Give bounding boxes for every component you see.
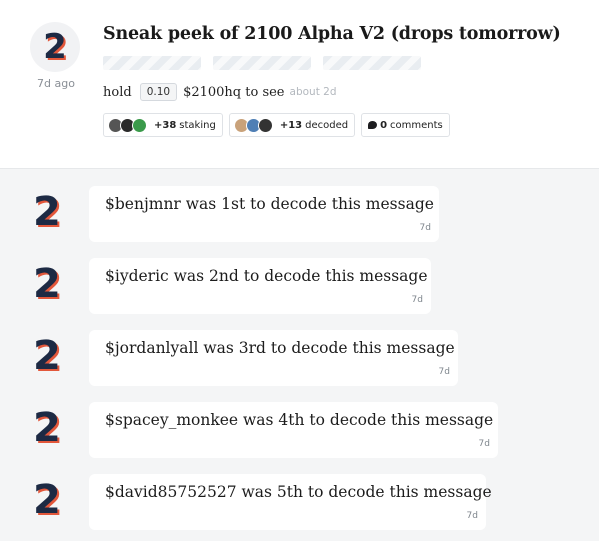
staking-count: +38 [154, 119, 177, 131]
avatar [132, 117, 147, 133]
brand-logo-icon: 2 2 [33, 477, 63, 525]
feed-avatar[interactable]: 2 2 [33, 477, 63, 525]
list-item: 2 2 $jordanlyall was 3rd to decode this … [0, 330, 599, 386]
list-item: 2 2 $spacey_monkee was 4th to decode thi… [0, 402, 599, 458]
avatar [257, 117, 273, 133]
decoded-count: +13 [279, 119, 303, 131]
comments-chip[interactable]: 0 comments [361, 113, 450, 137]
hold-time: about 2d [289, 86, 337, 98]
post-title[interactable]: Sneak peek of 2100 Alpha V2 (drops tomor… [103, 24, 561, 44]
staking-label: staking [179, 119, 216, 131]
redacted-bar [213, 56, 311, 70]
hold-amount-badge: 0.10 [139, 83, 178, 101]
list-item: 2 2 $david85752527 was 5th to decode thi… [0, 474, 599, 530]
decode-feed: 2 2 $benjmnr was 1st to decode this mess… [0, 169, 599, 541]
staking-chip[interactable]: +38 staking [103, 113, 223, 137]
redacted-bar [323, 56, 421, 70]
username-link[interactable]: $spacey_monkee [105, 411, 238, 429]
brand-logo-icon: 2 2 [33, 261, 63, 309]
username-link[interactable]: $jordanlyall [105, 339, 198, 357]
encrypted-preview [103, 56, 421, 70]
message-bubble: $spacey_monkee was 4th to decode this me… [89, 402, 498, 458]
post-avatar[interactable]: 2 2 [30, 22, 80, 72]
message-timestamp: 7d [478, 439, 490, 449]
message-text: $david85752527 was 5th to decode this me… [105, 483, 492, 501]
feed-avatar[interactable]: 2 2 [33, 333, 63, 381]
post-stats: +38 staking +13 decoded 0 comments [103, 113, 450, 137]
post-timestamp: 7d ago [37, 77, 75, 90]
list-item: 2 2 $iyderic was 2nd to decode this mess… [0, 258, 599, 314]
hold-requirement: hold 0.10 $2100hq to see about 2d [103, 83, 337, 101]
message-text: $jordanlyall was 3rd to decode this mess… [105, 339, 455, 357]
post-card: 2 2 7d ago Sneak peek of 2100 Alpha V2 (… [0, 0, 599, 169]
message-bubble: $david85752527 was 5th to decode this me… [89, 474, 492, 530]
message-timestamp: 7d [466, 511, 478, 521]
username-link[interactable]: $iyderic [105, 267, 169, 285]
decoded-chip[interactable]: +13 decoded [228, 113, 356, 137]
message-text: $spacey_monkee was 4th to decode this me… [105, 411, 494, 429]
message-timestamp: 7d [411, 295, 423, 305]
brand-logo-icon: 2 2 [33, 405, 63, 453]
list-item: 2 2 $benjmnr was 1st to decode this mess… [0, 186, 599, 242]
message-text: $benjmnr was 1st to decode this message [105, 195, 434, 213]
feed-avatar[interactable]: 2 2 [33, 405, 63, 453]
comment-icon [368, 121, 378, 129]
message-bubble: $iyderic was 2nd to decode this message … [89, 258, 431, 314]
message-text: $iyderic was 2nd to decode this message [105, 267, 428, 285]
feed-avatar[interactable]: 2 2 [33, 189, 63, 237]
message-timestamp: 7d [419, 223, 431, 233]
message-timestamp: 7d [438, 367, 450, 377]
hold-token-text: $2100hq to see [183, 84, 285, 100]
staker-avatars [108, 117, 147, 133]
message-bubble: $jordanlyall was 3rd to decode this mess… [89, 330, 458, 386]
decoded-label: decoded [305, 119, 349, 131]
brand-logo-icon: 2 2 [33, 333, 63, 381]
username-link[interactable]: $benjmnr [105, 195, 181, 213]
comments-count: 0 [380, 119, 388, 131]
decoder-avatars [233, 117, 273, 133]
comments-label: comments [390, 119, 443, 131]
username-link[interactable]: $david85752527 [105, 483, 237, 501]
redacted-bar [103, 56, 201, 70]
message-bubble: $benjmnr was 1st to decode this message … [89, 186, 439, 242]
brand-logo-icon: 2 2 [43, 27, 69, 69]
feed-avatar[interactable]: 2 2 [33, 261, 63, 309]
brand-logo-icon: 2 2 [33, 189, 63, 237]
hold-label: hold [103, 84, 132, 100]
